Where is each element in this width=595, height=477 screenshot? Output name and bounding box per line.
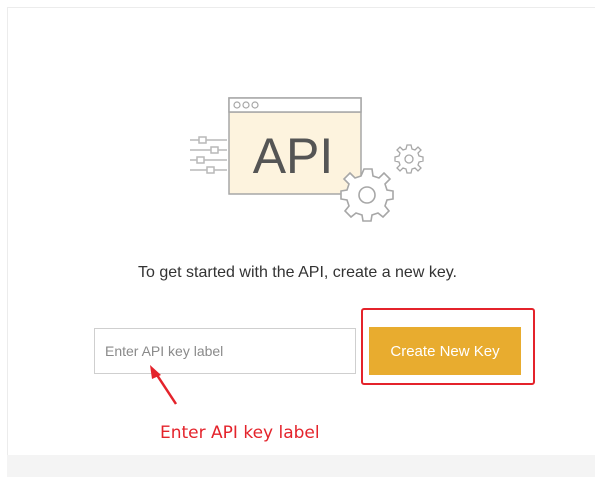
gear-icon	[340, 168, 394, 222]
api-keys-panel	[7, 7, 595, 455]
intro-text: To get started with the API, create a ne…	[138, 264, 457, 281]
api-window-icon: API	[228, 97, 362, 195]
create-new-key-button[interactable]: Create New Key	[369, 327, 521, 375]
annotation-arrow-icon	[150, 365, 178, 405]
api-window-text: API	[253, 128, 334, 184]
api-illustration: API	[190, 97, 424, 222]
panel-footer	[7, 455, 595, 477]
circuit-lines-icon	[190, 136, 227, 174]
page: API To get started with the API, create …	[0, 0, 595, 477]
annotation-label: Enter API key label	[160, 423, 320, 443]
small-gear-icon	[394, 144, 424, 174]
api-key-label-input[interactable]	[94, 328, 356, 374]
